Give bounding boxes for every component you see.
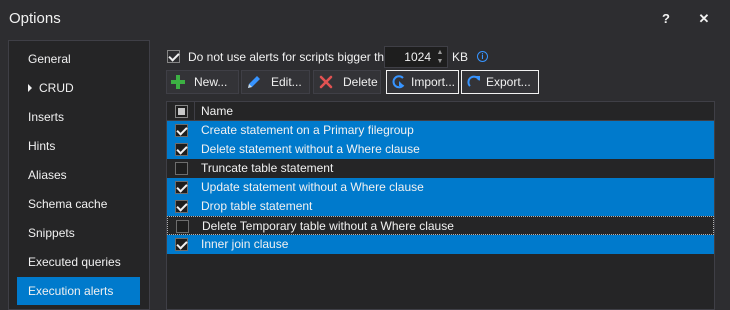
sidebar-item-snippets[interactable]: Snippets [17,219,140,247]
sidebar-item-crud[interactable]: CRUD [17,74,140,102]
row-name: Delete statement without a Where clause [201,142,420,156]
delete-button[interactable]: Delete [313,70,381,94]
table-row[interactable]: Update statement without a Where clause [167,178,714,197]
sidebar-item-label: Aliases [28,168,67,182]
delete-button-label: Delete [343,75,378,89]
title-bar: Options ? ✕ [0,0,730,38]
window-title: Options [9,10,61,27]
row-name: Create statement on a Primary filegroup [201,123,414,137]
sidebar-item-label: CRUD [39,81,74,95]
row-checkbox[interactable] [175,181,188,194]
table-row[interactable]: Delete statement without a Where clause [167,140,714,159]
spin-down-icon[interactable]: ▼ [435,57,445,66]
sidebar-item-aliases[interactable]: Aliases [17,161,140,189]
export-icon [467,75,480,87]
edit-button[interactable]: Edit... [241,70,310,94]
edit-button-label: Edit... [271,75,302,89]
row-checkbox[interactable] [175,238,188,251]
import-icon [392,75,405,89]
row-name: Inner join clause [201,237,289,251]
skip-large-scripts-label: Do not use alerts for scripts bigger tha… [188,50,398,64]
pencil-icon [248,76,260,88]
help-button[interactable]: ? [656,9,676,29]
skip-large-scripts-checkbox[interactable] [167,50,180,63]
table-row[interactable]: Truncate table statement [167,159,714,178]
sidebar-item-execution-alerts[interactable]: Execution alerts [17,277,140,305]
close-button[interactable]: ✕ [694,9,714,29]
sidebar-item-label: Hints [28,139,56,153]
alerts-grid: Name Create statement on a Primary fileg… [166,101,715,310]
sidebar-item-general[interactable]: General [17,45,140,73]
row-name: Update statement without a Where clause [201,180,424,194]
options-window: Options ? ✕ General CRUD Inserts Hints A… [0,0,730,310]
new-button[interactable]: New... [166,70,239,94]
new-button-label: New... [194,75,228,89]
info-icon[interactable]: i [477,51,488,62]
sidebar-item-label: General [28,52,71,66]
size-unit-label: KB [452,50,469,64]
sidebar-item-label: Execution alerts [28,284,114,298]
sidebar-item-label: Executed queries [28,255,121,269]
select-all-checkbox[interactable] [175,105,188,118]
grid-header: Name [167,102,714,121]
table-row[interactable]: Delete Temporary table without a Where c… [167,216,714,235]
import-button[interactable]: Import... [386,70,459,94]
row-name: Truncate table statement [201,161,334,175]
sidebar-item-label: Inserts [28,110,65,124]
row-checkbox[interactable] [175,143,188,156]
expand-arrow-icon[interactable] [28,84,32,92]
sidebar-item-label: Schema cache [28,197,108,211]
row-name: Delete Temporary table without a Where c… [202,219,454,233]
row-name: Drop table statement [201,199,313,213]
spin-up-icon[interactable]: ▲ [435,48,445,57]
sidebar-item-executed-queries[interactable]: Executed queries [17,248,140,276]
row-checkbox[interactable] [175,200,188,213]
import-button-label: Import... [411,75,456,89]
table-row[interactable]: Inner join clause [167,235,714,254]
export-button[interactable]: Export... [461,70,539,94]
table-row[interactable]: Drop table statement [167,197,714,216]
sidebar-item-inserts[interactable]: Inserts [17,103,140,131]
sidebar-item-hints[interactable]: Hints [17,132,140,160]
row-checkbox[interactable] [176,220,189,233]
export-button-label: Export... [486,75,531,89]
sidebar-item-schema-cache[interactable]: Schema cache [17,190,140,218]
x-icon [319,75,333,89]
column-separator [194,102,195,121]
table-row[interactable]: Create statement on a Primary filegroup [167,121,714,140]
sidebar-item-label: Snippets [28,226,75,240]
plus-icon [171,75,185,89]
row-checkbox[interactable] [175,162,188,175]
name-column-header[interactable]: Name [201,104,233,118]
row-checkbox[interactable] [175,124,188,137]
